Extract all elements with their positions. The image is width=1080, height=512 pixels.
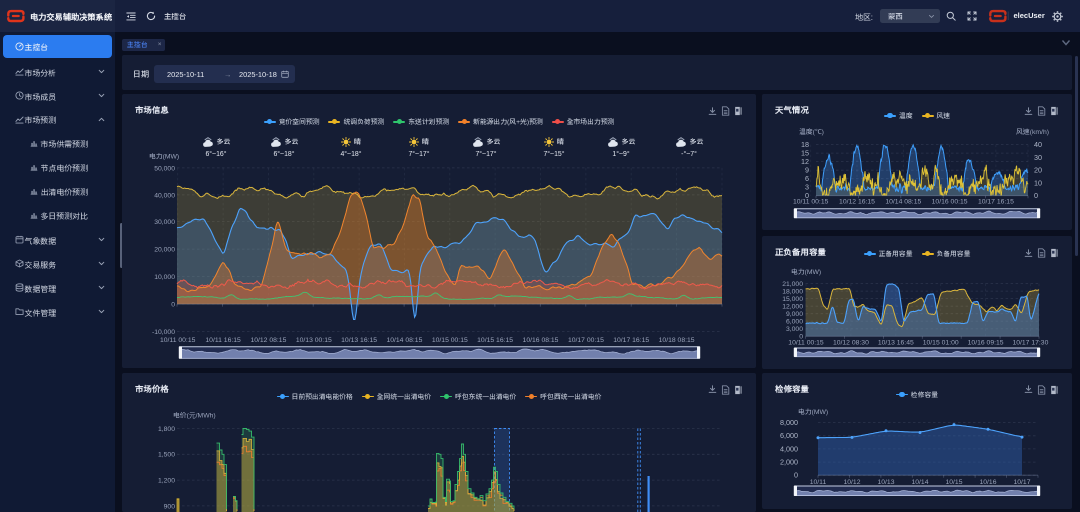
svg-text:10/12: 10/12 <box>843 479 860 486</box>
svg-text:30: 30 <box>1034 153 1042 162</box>
svg-text:10/11 00:15: 10/11 00:15 <box>793 199 829 206</box>
svg-text:10/17 16:15: 10/17 16:15 <box>613 337 649 344</box>
svg-text:电力(MW): 电力(MW) <box>798 408 828 416</box>
svg-text:10/18 08:15: 10/18 08:15 <box>659 337 695 344</box>
svg-text:10/13 00:15: 10/13 00:15 <box>296 337 332 344</box>
svg-text:4,000: 4,000 <box>780 444 798 453</box>
svg-text:30,000: 30,000 <box>154 219 175 226</box>
svg-text:6,000: 6,000 <box>780 431 798 440</box>
svg-text:10/12 08:30: 10/12 08:30 <box>833 340 869 347</box>
svg-text:40,000: 40,000 <box>154 192 175 199</box>
svg-text:21,000: 21,000 <box>782 281 803 288</box>
svg-text:10/14 08:15: 10/14 08:15 <box>885 199 921 206</box>
svg-text:10/11 00:15: 10/11 00:15 <box>788 340 824 347</box>
svg-text:0: 0 <box>1034 191 1038 200</box>
svg-text:40: 40 <box>1034 140 1042 149</box>
svg-text:3,000: 3,000 <box>786 326 803 333</box>
svg-text:电力(MW): 电力(MW) <box>791 268 821 276</box>
svg-text:8,000: 8,000 <box>780 418 798 427</box>
svg-text:1,500: 1,500 <box>158 451 175 458</box>
svg-text:20: 20 <box>1034 166 1042 175</box>
svg-text:20,000: 20,000 <box>154 247 175 254</box>
svg-text:电价(元/MWh): 电价(元/MWh) <box>173 410 216 419</box>
svg-text:1,800: 1,800 <box>158 425 175 432</box>
svg-text:900: 900 <box>164 503 176 510</box>
svg-text:15,000: 15,000 <box>782 296 803 303</box>
svg-text:电力(MW): 电力(MW) <box>149 153 179 161</box>
svg-text:10: 10 <box>1034 178 1042 187</box>
svg-text:12,000: 12,000 <box>782 304 803 311</box>
svg-text:-10,000: -10,000 <box>152 329 175 336</box>
svg-text:10/15: 10/15 <box>945 479 962 486</box>
svg-text:10/13: 10/13 <box>877 479 894 486</box>
svg-text:10/12 16:15: 10/12 16:15 <box>839 199 875 206</box>
svg-text:0: 0 <box>794 470 798 479</box>
svg-text:10/16 08:15: 10/16 08:15 <box>523 337 559 344</box>
svg-text:10/15 00:15: 10/15 00:15 <box>432 337 468 344</box>
svg-text:10/11 16:15: 10/11 16:15 <box>205 337 241 344</box>
svg-text:10/11: 10/11 <box>810 479 827 486</box>
svg-text:6,000: 6,000 <box>786 319 803 326</box>
svg-text:10/16 00:15: 10/16 00:15 <box>932 199 968 206</box>
svg-text:10/16 09:15: 10/16 09:15 <box>968 340 1004 347</box>
svg-text:9,000: 9,000 <box>786 311 803 318</box>
svg-text:2,000: 2,000 <box>780 457 798 466</box>
svg-text:0: 0 <box>171 302 175 309</box>
svg-text:10/16: 10/16 <box>979 479 996 486</box>
svg-text:温度(℃): 温度(℃) <box>799 128 824 136</box>
svg-text:10/14 08:15: 10/14 08:15 <box>386 337 422 344</box>
svg-text:10,000: 10,000 <box>154 274 175 281</box>
svg-text:风速(km/h): 风速(km/h) <box>1016 128 1049 136</box>
svg-text:10/15 16:15: 10/15 16:15 <box>477 337 513 344</box>
svg-text:10/13 16:15: 10/13 16:15 <box>341 337 377 344</box>
svg-text:1,200: 1,200 <box>158 477 175 484</box>
svg-text:10/17 00:15: 10/17 00:15 <box>568 337 604 344</box>
svg-text:18,000: 18,000 <box>782 289 803 296</box>
svg-text:10/11 00:15: 10/11 00:15 <box>160 337 196 344</box>
svg-text:10/13 16:45: 10/13 16:45 <box>878 340 914 347</box>
svg-text:10/17 17:30: 10/17 17:30 <box>1012 340 1048 347</box>
svg-text:10/15 01:00: 10/15 01:00 <box>923 340 959 347</box>
svg-text:10/17 16:15: 10/17 16:15 <box>978 199 1014 206</box>
svg-text:10/14: 10/14 <box>911 479 928 486</box>
svg-text:50,000: 50,000 <box>154 165 175 172</box>
svg-text:10/12 08:15: 10/12 08:15 <box>250 337 286 344</box>
svg-text:10/17: 10/17 <box>1013 479 1030 486</box>
